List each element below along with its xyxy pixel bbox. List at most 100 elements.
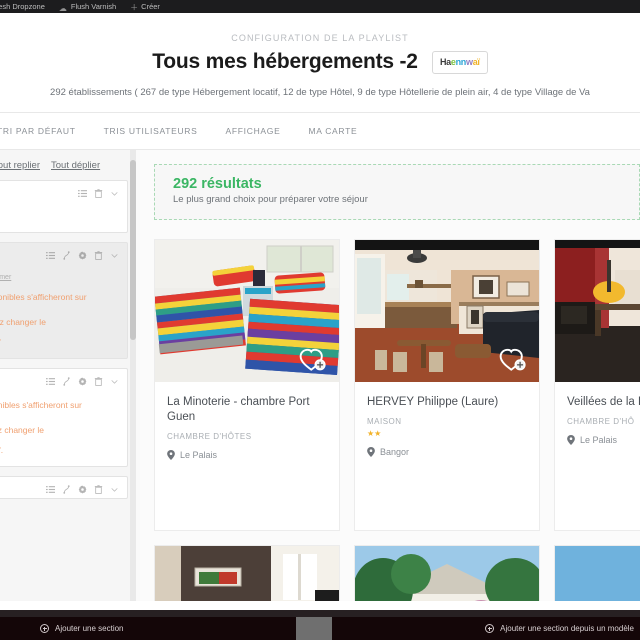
list-icon[interactable]	[78, 189, 87, 198]
branch-icon[interactable]	[62, 251, 71, 260]
collapse-all-link[interactable]: Tout replier	[0, 160, 40, 171]
section-card-note: ez changer le	[0, 425, 45, 436]
editor-bottom-bar: Ajouter une section Ajouter une section …	[0, 610, 640, 640]
card-location-label: Le Palais	[580, 435, 618, 446]
gear-icon[interactable]	[78, 377, 87, 386]
section-card-note: ponibles s'afficheront sur	[0, 292, 87, 302]
section-card-note: e".	[0, 444, 4, 455]
left-panel-scrollbar-thumb[interactable]	[130, 160, 136, 340]
favorite-add-icon[interactable]	[498, 346, 528, 373]
branch-icon[interactable]	[62, 377, 71, 386]
accommodation-card[interactable]	[354, 545, 540, 601]
accommodation-card[interactable]: La Minoterie - chambre Port Guen CHAMBRE…	[154, 239, 340, 531]
favorite-add-icon[interactable]	[298, 346, 328, 373]
add-section-button[interactable]: Ajouter une section	[40, 624, 124, 633]
brand-part-5: aï	[472, 57, 480, 67]
tab-tri-par-defaut[interactable]: TRI PAR DÉFAUT	[0, 126, 90, 136]
location-pin-icon	[567, 435, 575, 446]
card-location: Bangor	[367, 447, 527, 458]
chevron-down-icon[interactable]	[110, 485, 119, 494]
location-pin-icon	[167, 450, 175, 461]
list-icon[interactable]	[46, 377, 55, 386]
card-location: Le Palais	[167, 450, 327, 461]
toolbar-item-flush-varnish[interactable]: Flush Varnish	[59, 2, 116, 11]
accommodation-card-grid: La Minoterie - chambre Port Guen CHAMBRE…	[154, 239, 640, 531]
tab-bar: TRI PAR DÉFAUT TRIS UTILISATEURS AFFICHA…	[0, 113, 640, 149]
chevron-down-icon[interactable]	[110, 189, 119, 198]
card-image-wrap	[355, 546, 539, 601]
add-section-from-template-button[interactable]: Ajouter une section depuis un modèle	[485, 624, 634, 633]
section-card-minilink[interactable]: ormer	[0, 274, 11, 281]
section-card-note: onibles s'afficheront sur	[0, 399, 82, 410]
toolbar-creer-label: Créer	[141, 2, 160, 11]
trash-icon[interactable]	[94, 485, 103, 494]
location-pin-icon	[367, 447, 375, 458]
list-icon[interactable]	[46, 485, 55, 494]
plus-circle-icon	[485, 624, 495, 633]
trash-icon[interactable]	[94, 377, 103, 386]
card-photo	[555, 240, 640, 382]
cloud-icon	[59, 4, 68, 10]
results-banner: 292 résultats Le plus grand choix pour p…	[154, 164, 640, 220]
section-card-toolbar	[0, 369, 127, 390]
establishments-summary: 292 établissements ( 267 de type Héberge…	[50, 87, 590, 98]
section-card-toolbar	[0, 477, 127, 498]
card-location: Le Palais	[567, 435, 640, 446]
branch-icon[interactable]	[62, 485, 71, 494]
tab-tris-utilisateurs[interactable]: TRIS UTILISATEURS	[90, 126, 212, 136]
title-row: Tous mes hébergements -2 Haennwaï	[0, 50, 640, 74]
tab-affichage[interactable]: AFFICHAGE	[212, 126, 295, 136]
accommodation-card[interactable]	[154, 545, 340, 601]
section-card-toolbar	[0, 181, 127, 202]
header-divider	[0, 112, 640, 113]
plus-icon	[130, 3, 138, 11]
card-title: La Minoterie - chambre Port Guen	[167, 396, 310, 424]
section-card-note: e"	[0, 336, 119, 348]
card-title: HERVEY Philippe (Laure)	[367, 396, 499, 408]
card-info: La Minoterie - chambre Port Guen CHAMBRE…	[155, 382, 339, 530]
accommodation-card[interactable]	[554, 545, 640, 601]
card-image-wrap	[155, 240, 339, 382]
section-card[interactable]: onibles s'afficheront sur ez changer le …	[0, 367, 128, 467]
accommodation-card[interactable]: Veillées de la Dame au CHAMBRE D'HÔ Le P…	[554, 239, 640, 531]
toolbar-item-refresh-dropzone[interactable]: Refresh Dropzone	[0, 2, 45, 11]
results-tagline: Le plus grand choix pour préparer votre …	[173, 194, 368, 205]
gear-icon[interactable]	[78, 251, 87, 260]
section-card-toolbar	[0, 243, 127, 264]
add-section-label: Ajouter une section	[55, 624, 124, 633]
card-location-label: Bangor	[380, 447, 410, 458]
card-photo	[155, 546, 339, 601]
trash-icon[interactable]	[94, 189, 103, 198]
section-card[interactable]	[0, 475, 128, 499]
plus-circle-icon	[40, 624, 49, 633]
section-card-body: ormer ponibles s'afficheront sur lez cha…	[0, 264, 127, 358]
section-card[interactable]: er	[0, 180, 128, 233]
section-card-body: onibles s'afficheront sur ez changer le …	[0, 390, 127, 466]
bottom-bar-shadow-strip	[0, 610, 640, 617]
section-card[interactable]: ormer ponibles s'afficheront sur lez cha…	[0, 242, 128, 359]
card-type: CHAMBRE D'HÔ	[567, 417, 635, 427]
accommodation-card[interactable]: HERVEY Philippe (Laure) MAISON ★★ Bangor	[354, 239, 540, 531]
card-photo	[355, 546, 539, 601]
chevron-down-icon[interactable]	[110, 377, 119, 386]
expand-all-link[interactable]: Tout déplier	[51, 160, 100, 171]
brand-logo-badge: Haennwaï	[431, 50, 488, 74]
card-title: Veillées de la Dame au	[567, 396, 640, 408]
tab-ma-carte[interactable]: MA CARTE	[294, 126, 371, 136]
trash-icon[interactable]	[94, 251, 103, 260]
chevron-down-icon[interactable]	[110, 251, 119, 260]
brand-logo-text: Haennwaï	[440, 57, 480, 67]
bottom-bar-divider-block	[296, 617, 332, 640]
page-title: Tous mes hébergements -2	[152, 50, 418, 73]
card-image-wrap	[555, 546, 640, 601]
toolbar-item-creer[interactable]: Créer	[130, 2, 160, 11]
toolbar-refresh-dropzone-label: Refresh Dropzone	[0, 2, 45, 11]
brand-part-3: nn	[455, 57, 467, 67]
page-kicker: CONFIGURATION DE LA PLAYLIST	[231, 33, 409, 43]
gear-icon[interactable]	[78, 485, 87, 494]
toolbar-flush-varnish-label: Flush Varnish	[70, 2, 117, 11]
list-icon[interactable]	[46, 251, 55, 260]
card-info: Veillées de la Dame au CHAMBRE D'HÔ Le P…	[555, 382, 640, 530]
card-image-wrap	[555, 240, 640, 382]
app-screenshot: Refresh Dropzone Flush Varnish Créer CON…	[0, 0, 640, 640]
